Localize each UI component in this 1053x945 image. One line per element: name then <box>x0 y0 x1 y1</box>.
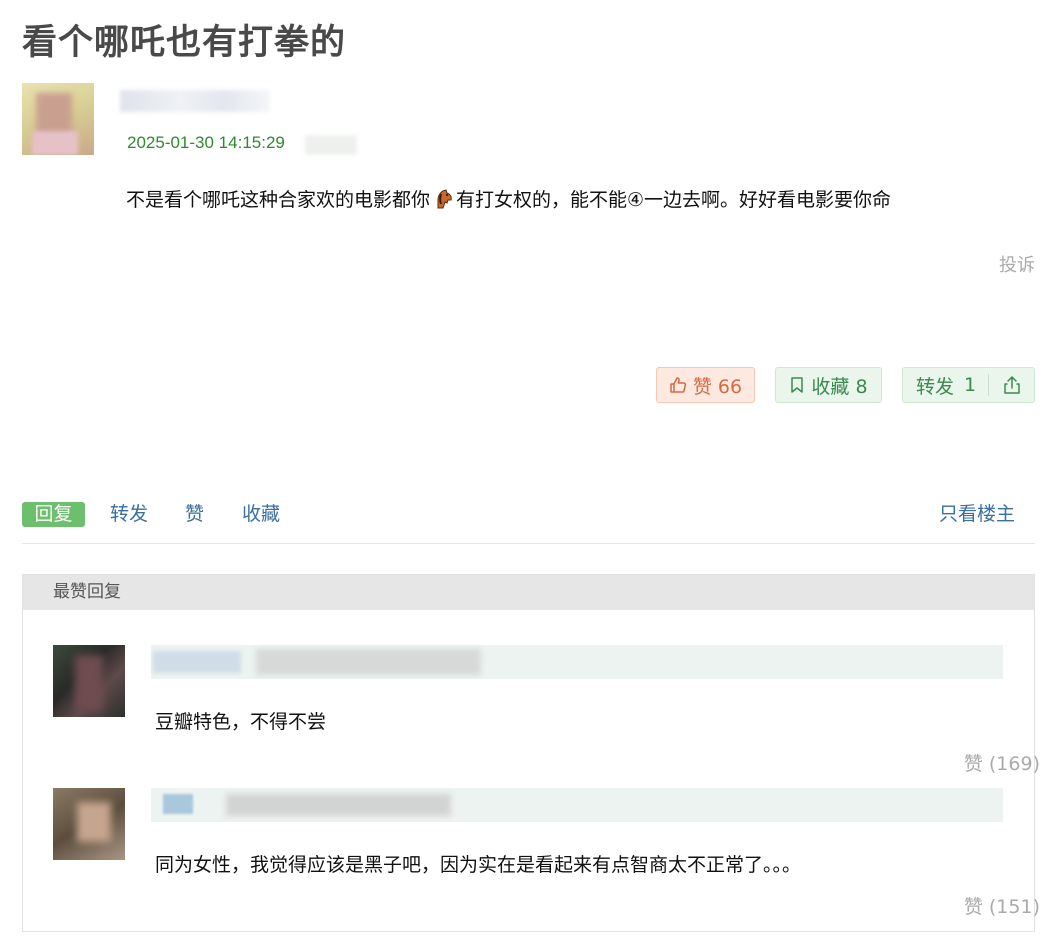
divider <box>988 374 990 396</box>
post-body-text-2: 有打女权的，能不能④一边去啊。好好看电影要你命 <box>456 189 892 211</box>
reply-meta-redacted <box>151 788 1003 822</box>
report-link[interactable]: 投诉 <box>999 251 1035 277</box>
op-only-link[interactable]: 只看楼主 <box>939 502 1015 527</box>
fav-link[interactable]: 收藏 <box>242 502 280 527</box>
reply-like-button[interactable]: 赞 (169) <box>964 749 1040 776</box>
share-icon[interactable] <box>1003 375 1021 395</box>
reply-meta-redacted <box>151 645 1003 679</box>
share-count-button[interactable]: 转发 1 <box>902 367 1035 403</box>
thumbs-up-icon <box>670 377 686 393</box>
share-count: 1 <box>964 374 977 396</box>
reply-text: 豆瓣特色，不得不尝 <box>155 711 327 733</box>
fav-count-button[interactable]: 收藏 8 <box>775 367 882 403</box>
bookmark-icon <box>791 377 804 393</box>
horse-emoji-icon <box>437 189 452 209</box>
like-link[interactable]: 赞 <box>185 502 204 527</box>
best-replies-section: 最赞回复 豆瓣特色，不得不尝 赞 (169) 同为女性，我觉得应该是黑子吧，因为… <box>22 574 1040 932</box>
reply-avatar[interactable] <box>53 788 125 860</box>
author-location-redacted <box>305 135 357 155</box>
fav-count-label: 收藏 8 <box>811 375 868 398</box>
like-count-button[interactable]: 赞 66 <box>656 367 755 403</box>
best-replies-header: 最赞回复 <box>23 575 1034 610</box>
post-body: 不是看个哪吒这种合家欢的电影都你 有打女权的，能不能④一边去啊。好好看电影要你命 <box>126 185 891 212</box>
reply-like-button[interactable]: 赞 (151) <box>964 892 1040 919</box>
author-name-redacted[interactable] <box>120 90 270 112</box>
author-avatar[interactable] <box>22 83 94 155</box>
reply-button[interactable]: 回复 <box>22 502 85 527</box>
post-title: 看个哪吒也有打拳的 <box>22 23 347 63</box>
reply-text: 同为女性，我觉得应该是黑子吧，因为实在是看起来有点智商太不正常了。。。 <box>155 854 802 876</box>
post-action-bar: 回复 转发 赞 收藏 只看楼主 <box>22 502 1035 544</box>
share-label: 转发 <box>916 375 955 398</box>
like-count-label: 赞 66 <box>692 375 743 398</box>
reply-avatar[interactable] <box>53 645 125 717</box>
post-timestamp: 2025-01-30 14:15:29 <box>127 133 285 152</box>
post-body-text-1: 不是看个哪吒这种合家欢的电影都你 <box>126 189 431 211</box>
forward-link[interactable]: 转发 <box>110 502 148 527</box>
